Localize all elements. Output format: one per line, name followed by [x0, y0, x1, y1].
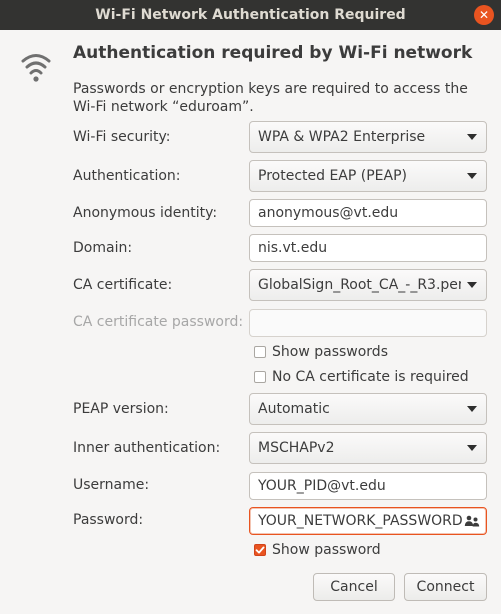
wifi-security-label: Wi-Fi security:: [73, 129, 171, 145]
close-icon: ✕: [478, 8, 490, 22]
window-title: Wi-Fi Network Authentication Required: [95, 7, 406, 23]
show-passwords-label: Show passwords: [272, 344, 388, 360]
anonymous-identity-field[interactable]: anonymous@vt.edu: [249, 199, 487, 227]
show-passwords-checkbox[interactable]: Show passwords: [254, 344, 388, 360]
chevron-down-icon: [467, 134, 477, 140]
domain-label: Domain:: [73, 240, 133, 256]
domain-field[interactable]: nis.vt.edu: [249, 234, 487, 262]
wifi-security-value: WPA & WPA2 Enterprise: [258, 129, 426, 145]
anonymous-identity-label: Anonymous identity:: [73, 205, 218, 221]
ca-certificate-label: CA certificate:: [73, 277, 173, 293]
inner-auth-dropdown[interactable]: MSCHAPv2: [249, 432, 487, 464]
close-button[interactable]: ✕: [474, 5, 494, 25]
chevron-down-icon: [467, 406, 477, 412]
password-field[interactable]: YOUR_NETWORK_PASSWORD: [249, 507, 487, 535]
ca-certificate-dropdown[interactable]: GlobalSign_Root_CA_-_R3.pem: [249, 269, 487, 301]
no-ca-required-checkbox[interactable]: No CA certificate is required: [254, 369, 469, 385]
password-value: YOUR_NETWORK_PASSWORD: [258, 513, 462, 529]
connect-button[interactable]: Connect: [404, 573, 487, 601]
peap-version-label: PEAP version:: [73, 401, 169, 417]
username-label: Username:: [73, 477, 150, 493]
wifi-security-dropdown[interactable]: WPA & WPA2 Enterprise: [249, 121, 487, 153]
domain-value: nis.vt.edu: [258, 240, 328, 256]
inner-auth-label: Inner authentication:: [73, 440, 221, 456]
cancel-button[interactable]: Cancel: [313, 573, 395, 601]
anonymous-identity-value: anonymous@vt.edu: [258, 205, 399, 221]
checkbox-box[interactable]: [254, 371, 266, 383]
checkbox-box[interactable]: [254, 346, 266, 358]
peap-version-value: Automatic: [258, 401, 330, 417]
chevron-down-icon: [467, 282, 477, 288]
chevron-down-icon: [467, 445, 477, 451]
authentication-value: Protected EAP (PEAP): [258, 168, 407, 184]
ca-cert-password-label: CA certificate password:: [73, 314, 244, 330]
ca-cert-password-field: [249, 309, 487, 337]
username-field[interactable]: YOUR_PID@vt.edu: [249, 472, 487, 500]
authentication-dropdown[interactable]: Protected EAP (PEAP): [249, 160, 487, 192]
checkbox-box-checked[interactable]: [254, 544, 266, 556]
show-password-label: Show password: [272, 542, 381, 558]
peap-version-dropdown[interactable]: Automatic: [249, 393, 487, 425]
ca-certificate-value: GlobalSign_Root_CA_-_R3.pem: [258, 277, 461, 293]
checkmark-icon: [255, 546, 265, 554]
dialog-description: Passwords or encryption keys are require…: [73, 81, 468, 115]
dialog-heading: Authentication required by Wi-Fi network: [73, 43, 473, 63]
authentication-label: Authentication:: [73, 168, 181, 184]
no-ca-required-label: No CA certificate is required: [272, 369, 469, 385]
wifi-icon: [21, 54, 51, 82]
user-icon[interactable]: [462, 515, 482, 527]
show-password-checkbox[interactable]: Show password: [254, 542, 381, 558]
inner-auth-value: MSCHAPv2: [258, 440, 335, 456]
chevron-down-icon: [467, 173, 477, 179]
username-value: YOUR_PID@vt.edu: [258, 478, 386, 494]
title-bar: Wi-Fi Network Authentication Required ✕: [0, 0, 501, 30]
password-label: Password:: [73, 512, 144, 528]
